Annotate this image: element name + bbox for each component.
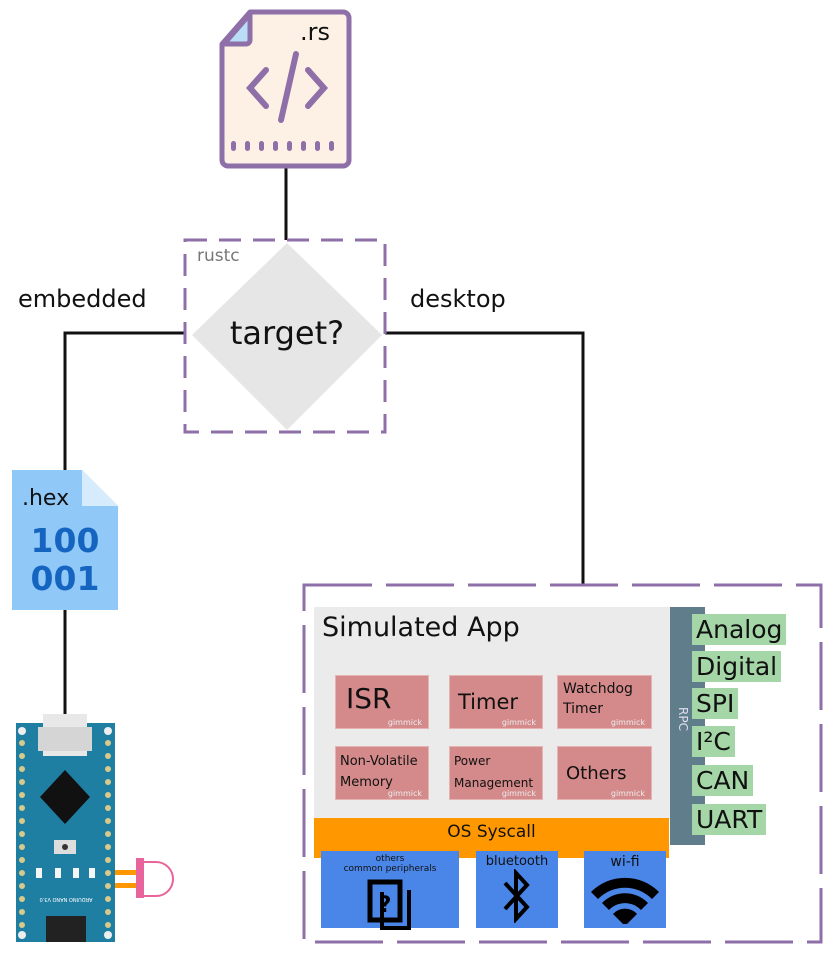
module-watchdog-timer: Watchdog Timer gimmick: [557, 675, 652, 729]
interface-spi: SPI: [692, 688, 739, 719]
wifi-icon: [591, 877, 659, 926]
module-tag: gimmick: [387, 789, 422, 798]
module-tag: gimmick: [501, 718, 536, 727]
led-icon: [115, 858, 174, 898]
module-tag: gimmick: [501, 789, 536, 798]
peripheral-label: wi-fi: [610, 854, 640, 870]
module-non-volatile-memory: Non-Volatile Memory gimmick: [335, 746, 429, 800]
interface-can: CAN: [692, 765, 754, 796]
peripheral-label: bluetooth: [485, 854, 549, 869]
decision-label: target?: [229, 314, 345, 352]
interface-analog: Analog: [692, 614, 787, 645]
hex-content: 100 001: [12, 522, 118, 598]
simulated-app-title: Simulated App: [322, 612, 520, 643]
connector-embedded: [63, 331, 185, 470]
arduino-board-icon: [16, 714, 115, 942]
hex-line-1: 100: [30, 521, 100, 560]
module-power-management: Power Management gimmick: [449, 746, 543, 800]
module-tag: gimmick: [610, 718, 645, 727]
module-label: Watchdog Timer: [563, 681, 633, 717]
desktop-label: desktop: [410, 285, 506, 313]
module-label: Non-Volatile Memory: [340, 754, 418, 790]
hex-line-2: 001: [30, 559, 100, 598]
hex-file-ext: .hex: [22, 486, 70, 511]
peripheral-bluetooth: bluetooth: [476, 851, 558, 928]
peripheral-others: others common peripherals ?: [321, 851, 459, 930]
module-tag: gimmick: [387, 718, 422, 727]
compiler-label: rustc: [197, 246, 240, 266]
interface-digital: Digital: [692, 651, 782, 682]
embedded-label: embedded: [18, 285, 147, 313]
rpc-label: RPC: [676, 707, 690, 731]
module-label: Timer: [458, 690, 519, 714]
bluetooth-icon: [503, 867, 530, 925]
module-label: Others: [566, 763, 627, 784]
module-tag: gimmick: [610, 789, 645, 798]
module-label: ISR: [346, 682, 392, 715]
source-file-ext: .rs: [300, 18, 330, 46]
diagram: ARDUINO NANO V3.0 .rs rustc target? embe…: [0, 0, 838, 960]
module-timer: Timer gimmick: [449, 675, 543, 729]
module-isr: ISR gimmick: [335, 675, 429, 729]
board-name-silkscreen: ARDUINO NANO V3.0: [39, 896, 93, 902]
unknown-device-icon: ?: [367, 879, 411, 930]
peripheral-wifi: wi-fi: [584, 851, 666, 928]
module-others: Others gimmick: [557, 746, 652, 800]
connector-desktop: [385, 331, 585, 585]
peripheral-label: others common peripherals: [343, 854, 437, 874]
interface-uart: UART: [692, 804, 767, 835]
svg-text:?: ?: [379, 893, 392, 918]
interface-i2c: I²C: [692, 726, 735, 757]
module-label: Power Management: [454, 754, 534, 790]
